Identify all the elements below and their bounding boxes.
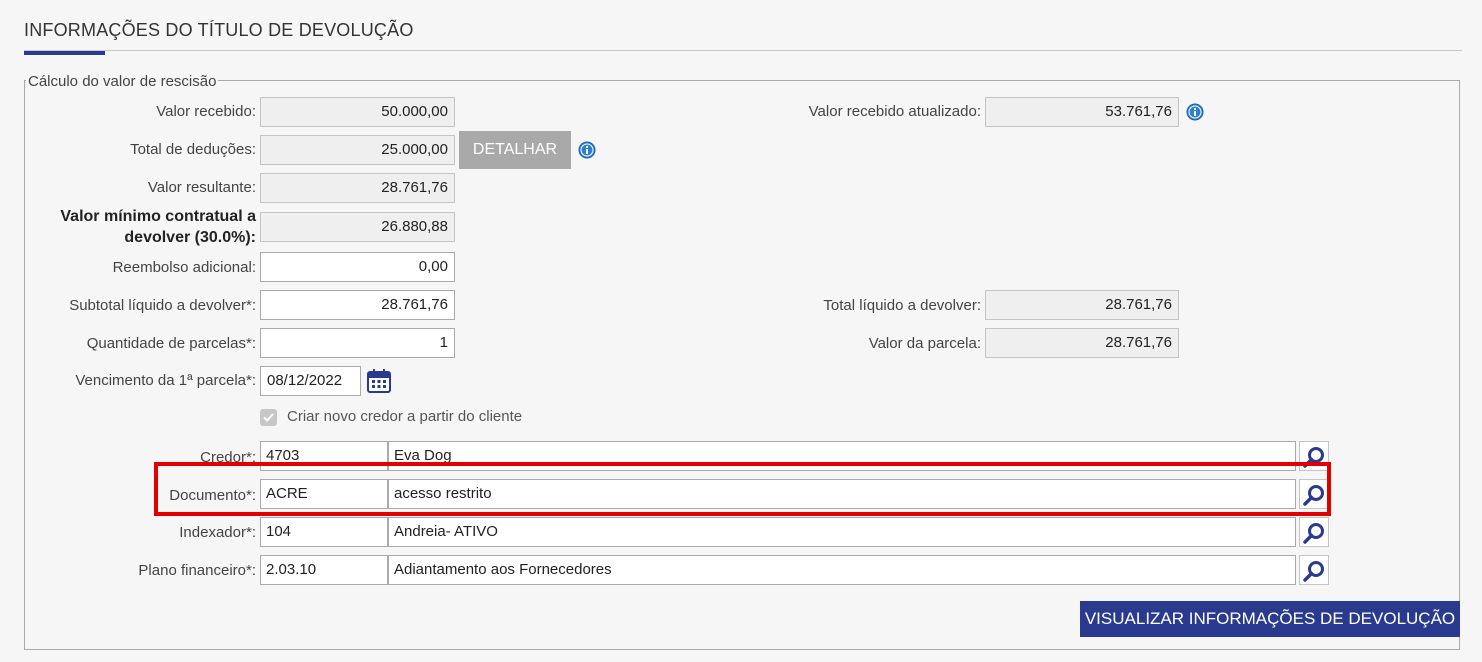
total-liquido-field: 28.761,76 [985, 290, 1179, 320]
quantidade-label: Quantidade de parcelas*: [86, 335, 256, 352]
quantidade-input[interactable]: 1 [260, 328, 455, 358]
search-icon [1303, 523, 1324, 544]
calendar-icon[interactable] [366, 368, 392, 394]
indexador-description-input[interactable]: Andreia- ATIVO [388, 517, 1296, 547]
total-liquido-label: Total líquido a devolver: [823, 297, 981, 314]
vencimento-input[interactable]: 08/12/2022 [260, 366, 361, 396]
indexador-code-input[interactable]: 104 [260, 517, 388, 547]
valor-parcela-field: 28.761,76 [985, 328, 1179, 358]
valor-recebido-atualizado-field: 53.761,76 [985, 97, 1179, 127]
subtotal-label: Subtotal líquido a devolver*: [69, 297, 256, 314]
plano-code-input[interactable]: 2.03.10 [260, 555, 388, 585]
valor-recebido-atualizado-label: Valor recebido atualizado: [808, 103, 981, 120]
detalhar-button[interactable]: DETALHAR [459, 131, 571, 169]
valor-parcela-label: Valor da parcela: [868, 335, 981, 352]
title-underline [24, 51, 105, 55]
total-deducoes-label: Total de deduções: [130, 141, 256, 158]
total-deducoes-field: 25.000,00 [260, 135, 455, 165]
indexador-search-button[interactable] [1299, 517, 1329, 547]
plano-search-button[interactable] [1299, 555, 1329, 585]
page-title: INFORMAÇÕES DO TÍTULO DE DEVOLUÇÃO [24, 20, 414, 40]
search-icon [1303, 561, 1324, 582]
valor-resultante-label: Valor resultante: [147, 179, 256, 196]
indexador-label: Indexador*: [179, 524, 256, 541]
documento-highlight-box [154, 462, 1331, 516]
valor-recebido-label: Valor recebido: [156, 103, 256, 120]
plano-description-input[interactable]: Adiantamento aos Fornecedores [388, 555, 1296, 585]
criar-credor-label: Criar novo credor a partir do cliente [287, 408, 523, 425]
valor-resultante-field: 28.761,76 [260, 173, 455, 203]
vencimento-label: Vencimento da 1ª parcela*: [75, 372, 256, 389]
valor-recebido-field: 50.000,00 [260, 97, 455, 127]
info-icon[interactable] [1186, 103, 1204, 121]
reembolso-label: Reembolso adicional: [112, 259, 256, 276]
criar-credor-checkbox[interactable] [260, 409, 277, 426]
fieldset-legend: Cálculo do valor de rescisão [26, 73, 219, 90]
visualizar-informacoes-button[interactable]: VISUALIZAR INFORMAÇÕES DE DEVOLUÇÃO [1080, 601, 1460, 637]
info-icon[interactable] [578, 141, 596, 159]
plano-label: Plano financeiro*: [138, 562, 256, 579]
reembolso-input[interactable]: 0,00 [260, 252, 455, 282]
check-icon [263, 413, 274, 422]
subtotal-input[interactable]: 28.761,76 [260, 290, 455, 320]
title-divider [24, 50, 1462, 51]
valor-minimo-field: 26.880,88 [260, 212, 455, 242]
valor-minimo-label: Valor mínimo contratual a devolver (30.0… [60, 208, 256, 246]
